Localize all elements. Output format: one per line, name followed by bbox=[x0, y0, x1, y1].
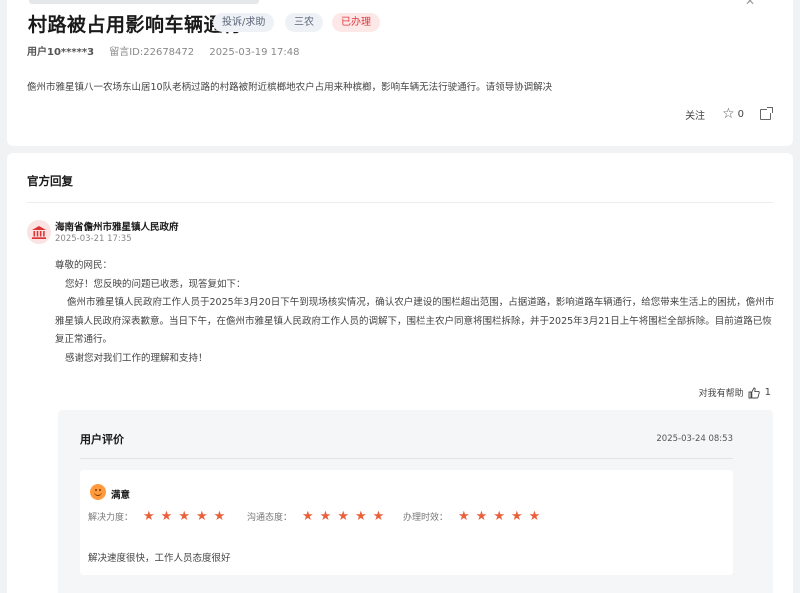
rating-communication: 沟通态度： ★ ★ ★ ★ ★ bbox=[247, 509, 390, 524]
helpful-button[interactable]: 对我有帮助 1 bbox=[699, 386, 771, 399]
share-icon[interactable] bbox=[760, 106, 773, 120]
star-count: 0 bbox=[737, 108, 744, 120]
star-icon[interactable]: ☆ bbox=[722, 106, 735, 122]
post-meta: 用户10*****3 留言ID:22678472 2025-03-19 17:4… bbox=[27, 43, 311, 58]
post-content: 儋州市雅星镇八一农场东山居10队老柄过路的村路被附近槟榔地农户占用来种槟榔，影响… bbox=[27, 82, 553, 93]
post-datetime: 2025-03-19 17:48 bbox=[209, 47, 300, 58]
star-icon: ★ bbox=[178, 509, 190, 524]
star-icon: ★ bbox=[493, 509, 505, 524]
org-name: 海南省儋州市雅星镇人民政府 bbox=[55, 222, 179, 233]
star-icon: ★ bbox=[372, 509, 385, 524]
tag-category: 投诉/求助 bbox=[213, 13, 275, 32]
government-building-svg bbox=[32, 225, 46, 239]
evaluation-date: 2025-03-24 08:53 bbox=[656, 434, 733, 444]
reply-body: 尊敬的网民： 您好！您反映的问题已收悉，现答复如下： 儋州市雅星镇人民政府工作人… bbox=[55, 257, 775, 368]
post-actions: 关注 ☆ 0 bbox=[685, 106, 773, 122]
star-icon: ★ bbox=[528, 509, 541, 524]
rating-label: 沟通态度： bbox=[247, 513, 293, 523]
evaluation-detail: 满意 解决力度： ★ ★ ★ ★ ★ 沟通态度： ★ ★ ★ ★ ★ 办理时效： ★ ★ ★ ★ ★ 解… bbox=[80, 470, 733, 575]
star-icon: ★ bbox=[302, 509, 314, 524]
divider bbox=[27, 202, 773, 203]
rating-resolution: 解决力度： ★ ★ ★ ★ ★ bbox=[88, 509, 231, 524]
rating-stars: ★ ★ ★ ★ ★ bbox=[302, 509, 390, 524]
government-building-icon bbox=[27, 220, 51, 244]
evaluation-comment: 解决速度很快，工作人员态度很好 bbox=[88, 553, 231, 564]
star-icon: ★ bbox=[475, 509, 488, 524]
reply-line: 您好！您反映的问题已收悉，现答复如下： bbox=[65, 278, 246, 290]
reply-line: 感谢您对我们工作的理解和支持！ bbox=[65, 352, 208, 364]
smiley-mouth bbox=[94, 492, 102, 496]
page-title: 村路被占用影响车辆通行 bbox=[28, 14, 243, 36]
reply-line: 儋州市雅星镇人民政府工作人员于2025年3月20日下午到现场核实情况，确认农户建… bbox=[55, 297, 775, 345]
rating-stars: ★ ★ ★ ★ ★ bbox=[143, 509, 231, 524]
reply-greeting: 尊敬的网民： bbox=[55, 260, 113, 271]
evaluation-title: 用户评价 bbox=[80, 433, 124, 446]
helpful-count: 1 bbox=[764, 387, 771, 398]
follow-button[interactable]: 关注 bbox=[685, 107, 705, 122]
star-icon: ★ bbox=[160, 509, 173, 524]
star-icon: ★ bbox=[195, 509, 208, 524]
reply-card: 官方回复 海南省儋州市雅星镇人民政府 2025-03-21 17:35 尊敬的网… bbox=[7, 153, 793, 593]
user-name: 用户10*****3 bbox=[27, 47, 95, 58]
star-icon: ★ bbox=[143, 509, 155, 524]
rating-label: 解决力度： bbox=[88, 513, 134, 523]
rating-timeliness: 办理时效： ★ ★ ★ ★ ★ bbox=[403, 509, 546, 524]
thumbs-up-icon[interactable] bbox=[748, 387, 760, 399]
reply-date: 2025-03-21 17:35 bbox=[55, 234, 132, 244]
smiley-face-icon bbox=[90, 484, 106, 500]
divider bbox=[80, 458, 733, 459]
status-badge: 已办理 bbox=[332, 13, 380, 32]
star-icon: ★ bbox=[337, 509, 349, 524]
close-icon[interactable]: ✕ bbox=[745, 0, 755, 8]
section-title: 官方回复 bbox=[27, 174, 73, 188]
star-icon: ★ bbox=[354, 509, 367, 524]
helpful-label: 对我有帮助 bbox=[698, 389, 744, 399]
star-icon: ★ bbox=[510, 509, 523, 524]
rating-label: 办理时效： bbox=[403, 513, 449, 523]
star-icon: ★ bbox=[213, 509, 226, 524]
satisfaction-label: 满意 bbox=[111, 490, 131, 501]
star-icon: ★ bbox=[319, 509, 332, 524]
post-card: ✕ 村路被占用影响车辆通行 投诉/求助 三农 已办理 用户10*****3 留言… bbox=[7, 0, 793, 146]
tag-field: 三农 bbox=[285, 13, 323, 32]
star-icon: ★ bbox=[458, 509, 470, 524]
top-strip bbox=[29, 0, 259, 4]
message-id: 留言ID:22678472 bbox=[109, 47, 195, 58]
user-evaluation: 用户评价 2025-03-24 08:53 满意 解决力度： ★ ★ ★ ★ ★ 沟通态… bbox=[58, 410, 773, 593]
rating-stars: ★ ★ ★ ★ ★ bbox=[458, 509, 546, 524]
